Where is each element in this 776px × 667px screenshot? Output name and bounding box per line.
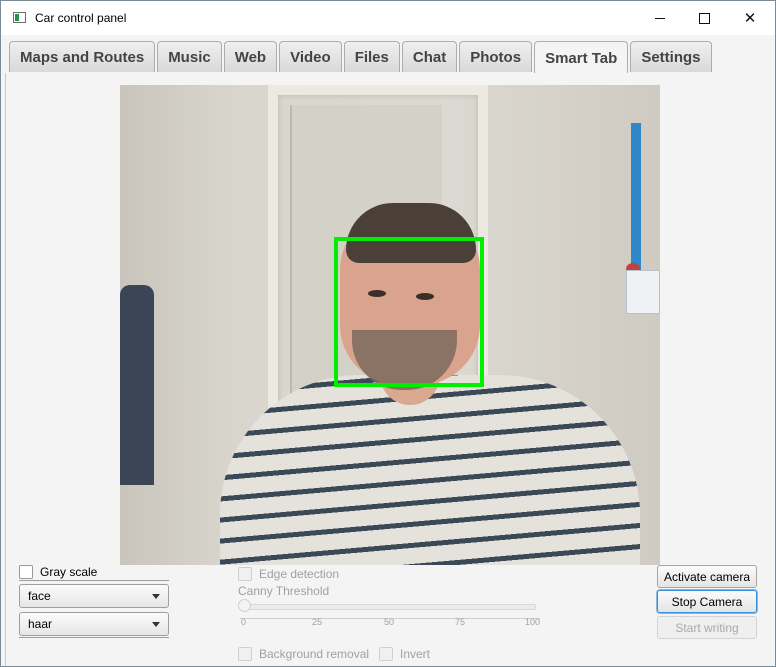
tab-web[interactable]: Web: [223, 41, 278, 72]
tab-files[interactable]: Files: [343, 41, 400, 72]
title-bar: Car control panel ✕: [1, 1, 775, 35]
edge-detection-box[interactable]: [238, 567, 252, 581]
invert-box[interactable]: [379, 647, 393, 661]
separator: [19, 580, 169, 581]
face-detection-box: [334, 237, 484, 387]
coat: [120, 285, 154, 485]
detection-select[interactable]: face: [19, 584, 169, 608]
tab-bar: Maps and Routes Music Web Video Files Ch…: [5, 37, 771, 74]
close-icon: ✕: [743, 8, 757, 27]
tab-music[interactable]: Music: [157, 41, 222, 72]
minimize-icon: [655, 17, 665, 19]
edge-detection-label: Edge detection: [259, 567, 340, 581]
classifier-select[interactable]: haar: [19, 612, 169, 636]
tab-photos[interactable]: Photos: [459, 41, 533, 72]
start-writing-button[interactable]: Start writing: [657, 616, 757, 639]
id-badge: [626, 270, 660, 314]
tick-label: 50: [384, 617, 395, 627]
camera-view: [120, 85, 660, 565]
separator: [19, 637, 169, 638]
gray-scale-checkbox[interactable]: Gray scale: [19, 565, 97, 579]
canny-threshold-label: Canny Threshold: [238, 584, 330, 598]
gray-scale-label: Gray scale: [40, 565, 98, 579]
invert-checkbox[interactable]: Invert: [379, 647, 430, 661]
invert-label: Invert: [400, 647, 431, 661]
detection-select-value: face: [28, 589, 51, 603]
stop-camera-button[interactable]: Stop Camera: [657, 590, 757, 613]
tab-settings[interactable]: Settings: [630, 41, 712, 72]
maximize-icon: [698, 12, 710, 24]
background-removal-box[interactable]: [238, 647, 252, 661]
background-removal-checkbox[interactable]: Background removal: [238, 647, 369, 661]
tab-maps-and-routes[interactable]: Maps and Routes: [9, 41, 156, 72]
canny-threshold-thumb[interactable]: [238, 599, 251, 612]
edge-detection-checkbox[interactable]: Edge detection: [238, 567, 339, 581]
canny-threshold-slider[interactable]: [240, 604, 536, 610]
tick-label: 100: [525, 617, 541, 627]
window-title: Car control panel: [35, 11, 127, 25]
activate-camera-button[interactable]: Activate camera: [657, 565, 757, 588]
tick-label: 75: [455, 617, 466, 627]
lanyard: [631, 123, 641, 273]
minimize-button[interactable]: [637, 1, 683, 35]
maximize-button[interactable]: [681, 1, 727, 35]
tick-label: 25: [312, 617, 323, 627]
close-button[interactable]: ✕: [727, 1, 773, 35]
chevron-down-icon: [152, 622, 160, 627]
tick-label: 0: [241, 617, 247, 627]
app-icon: [13, 12, 26, 23]
gray-scale-box[interactable]: [19, 565, 33, 579]
person-shirt: [220, 375, 640, 565]
tab-smart-tab[interactable]: Smart Tab: [534, 41, 629, 74]
chevron-down-icon: [152, 594, 160, 599]
background-removal-label: Background removal: [259, 647, 370, 661]
tab-chat[interactable]: Chat: [401, 41, 458, 72]
tab-video[interactable]: Video: [279, 41, 342, 72]
classifier-select-value: haar: [28, 617, 53, 631]
